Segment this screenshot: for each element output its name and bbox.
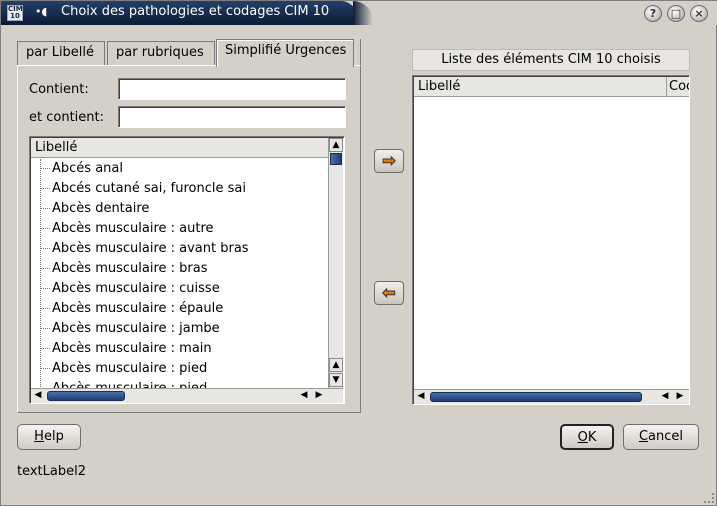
left-list-vscroll-thumb[interactable]	[330, 153, 342, 165]
help-button[interactable]: Help	[17, 424, 81, 450]
arrow-right-icon: ➡	[382, 151, 396, 171]
status-label: textLabel2	[17, 464, 86, 479]
list-item[interactable]: Abcés cutané sai, furoncle sai	[40, 181, 246, 201]
ok-button[interactable]: OK	[560, 424, 614, 450]
list-item[interactable]: Abcès musculaire : avant bras	[40, 241, 249, 261]
pathology-list[interactable]: Libellé Abcés anal Abcés cutané sai, fur…	[29, 136, 345, 404]
window-title: Choix des pathologies et codages CIM 10	[61, 4, 330, 19]
contains-input[interactable]	[118, 78, 346, 100]
scroll-left-icon[interactable]: ◀	[31, 389, 45, 403]
list-item[interactable]: Abcès dentaire	[40, 201, 149, 221]
cancel-button[interactable]: Cancel	[623, 424, 699, 450]
list-item[interactable]: Abcès musculaire : cuisse	[40, 281, 220, 301]
selected-col-code[interactable]: Coc	[666, 77, 689, 97]
maximize-icon[interactable]: □	[667, 5, 685, 22]
app-icon[interactable]: CIM 10	[7, 5, 23, 21]
tab-par-rubriques[interactable]: par rubriques	[107, 41, 215, 65]
left-list-hscroll-thumb[interactable]	[47, 391, 125, 401]
scroll-left-icon[interactable]: ◀	[658, 390, 672, 404]
scroll-up-icon[interactable]: ▲	[329, 138, 343, 152]
list-item[interactable]: Abcès musculaire : main	[40, 341, 212, 361]
tab-bar-edge	[356, 39, 361, 65]
left-list-hscrollbar[interactable]: ◀ ◀ ▶	[31, 388, 343, 403]
selected-list[interactable]: Libellé Coc ◀ ◀ ▶	[412, 75, 690, 405]
scroll-left-icon[interactable]: ◀	[297, 389, 311, 403]
pin-icon[interactable]: •◖	[35, 5, 47, 18]
tab-simplifie-urgences[interactable]: Simplifié Urgences	[216, 39, 354, 67]
selected-list-hscrollbar[interactable]: ◀ ◀ ▶	[414, 389, 689, 404]
help-icon[interactable]: ?	[644, 5, 662, 22]
tab-par-libelle[interactable]: par Libellé	[17, 41, 105, 65]
scroll-right-icon[interactable]: ▶	[673, 390, 687, 404]
add-selection-button[interactable]: ➡	[374, 149, 404, 173]
arrow-left-icon: ⬅	[382, 283, 396, 303]
dialog-window: CIM 10 •◖ Choix des pathologies et codage…	[0, 0, 717, 506]
and-contains-input[interactable]	[118, 106, 346, 128]
close-icon[interactable]: ×	[690, 5, 708, 22]
selected-col-libelle[interactable]: Libellé	[414, 77, 666, 97]
resize-grip-icon[interactable]	[704, 493, 714, 503]
selected-list-title: Liste des éléments CIM 10 choisis	[412, 49, 690, 71]
contains-label: Contient:	[29, 82, 89, 97]
list-header-libelle[interactable]: Libellé	[31, 138, 329, 158]
and-contains-label: et contient:	[29, 110, 104, 125]
scroll-down-icon[interactable]: ▼	[329, 373, 343, 387]
list-item[interactable]: Abcès musculaire : pied	[40, 361, 207, 381]
scroll-up-icon[interactable]: ▲	[329, 358, 343, 372]
list-item[interactable]: Abcés anal	[40, 161, 123, 181]
title-bar[interactable]: CIM 10 •◖ Choix des pathologies et codage…	[1, 1, 717, 25]
selected-list-hscroll-thumb[interactable]	[430, 392, 642, 402]
list-item[interactable]: Abcès musculaire : épaule	[40, 301, 223, 321]
list-item[interactable]: Abcès musculaire : autre	[40, 221, 214, 241]
left-list-vscrollbar[interactable]: ▲ ▲ ▼	[328, 138, 343, 388]
remove-selection-button[interactable]: ⬅	[374, 281, 404, 305]
scroll-left-icon[interactable]: ◀	[414, 390, 428, 404]
tab-panel: Contient: et contient: Libellé Abcés ana…	[17, 65, 361, 413]
list-item[interactable]: Abcès musculaire : jambe	[40, 321, 220, 341]
list-item[interactable]: Abcès musculaire : bras	[40, 261, 208, 281]
scroll-right-icon[interactable]: ▶	[312, 389, 326, 403]
